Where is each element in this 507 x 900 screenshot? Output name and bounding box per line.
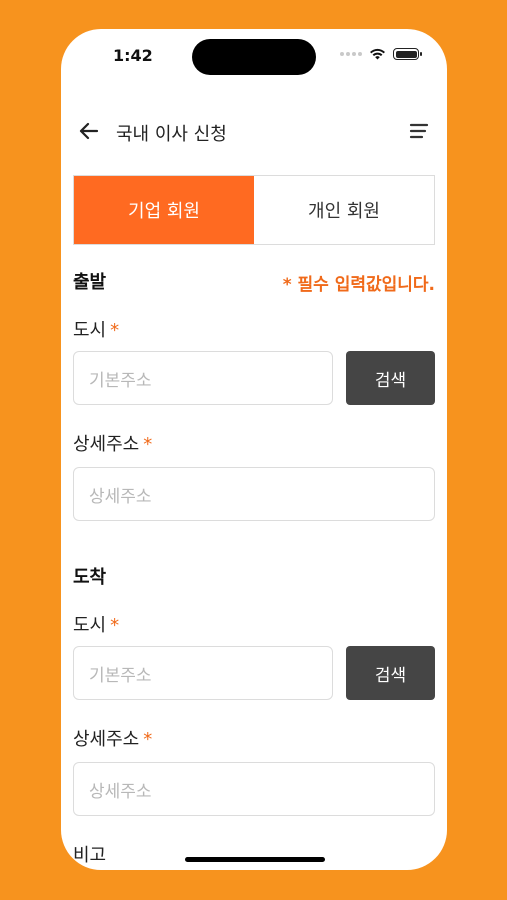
departure-city-input[interactable]: 기본주소: [73, 351, 333, 405]
back-arrow-icon: [79, 122, 99, 140]
dynamic-island: [192, 39, 316, 75]
arrival-detail-label: 상세주소 *: [73, 725, 152, 751]
signal-icon: [340, 52, 362, 56]
page-title: 국내 이사 신청: [116, 124, 227, 145]
back-button[interactable]: [75, 117, 103, 145]
departure-detail-input[interactable]: 상세주소: [73, 467, 435, 521]
departure-detail-label-text: 상세주소: [73, 434, 140, 455]
member-type-tabs: 기업 회원 개인 회원: [73, 175, 435, 245]
tab-individual-member[interactable]: 개인 회원: [254, 176, 434, 244]
wifi-icon: [370, 48, 385, 60]
phone-frame: 1:42 국내 이사 신청 기업 회원 개인 회원 출발 * 필수 입력값입니다…: [61, 29, 447, 870]
asterisk-icon: *: [143, 434, 153, 455]
arrival-city-label-text: 도시: [73, 615, 107, 636]
asterisk-icon: *: [143, 729, 153, 750]
arrival-city-input[interactable]: 기본주소: [73, 646, 333, 700]
arrival-title: 도착: [73, 567, 107, 588]
asterisk-icon: *: [110, 320, 120, 341]
remarks-label: 비고: [73, 845, 107, 866]
departure-title: 출발: [73, 272, 107, 293]
arrival-detail-input[interactable]: 상세주소: [73, 762, 435, 816]
departure-detail-placeholder: 상세주소: [89, 486, 152, 507]
departure-city-label-text: 도시: [73, 320, 107, 341]
arrival-city-label: 도시 *: [73, 611, 119, 637]
required-note: * 필수 입력값입니다.: [282, 275, 435, 295]
battery-icon: [393, 48, 422, 60]
departure-search-button[interactable]: 검색: [346, 351, 435, 405]
departure-city-placeholder: 기본주소: [89, 370, 152, 391]
status-time: 1:42: [113, 46, 153, 65]
arrival-city-placeholder: 기본주소: [89, 665, 152, 686]
home-indicator: [185, 857, 325, 862]
arrival-detail-label-text: 상세주소: [73, 729, 140, 750]
departure-city-label: 도시 *: [73, 316, 119, 342]
status-bar: 1:42: [61, 29, 447, 85]
asterisk-icon: *: [110, 615, 120, 636]
arrival-detail-placeholder: 상세주소: [89, 781, 152, 802]
menu-icon: [409, 123, 429, 139]
arrival-search-button[interactable]: 검색: [346, 646, 435, 700]
tab-corporate-member[interactable]: 기업 회원: [74, 176, 254, 244]
app-header: 국내 이사 신청: [61, 111, 447, 151]
status-icons: [340, 48, 422, 60]
departure-detail-label: 상세주소 *: [73, 430, 152, 456]
menu-button[interactable]: [405, 117, 433, 145]
